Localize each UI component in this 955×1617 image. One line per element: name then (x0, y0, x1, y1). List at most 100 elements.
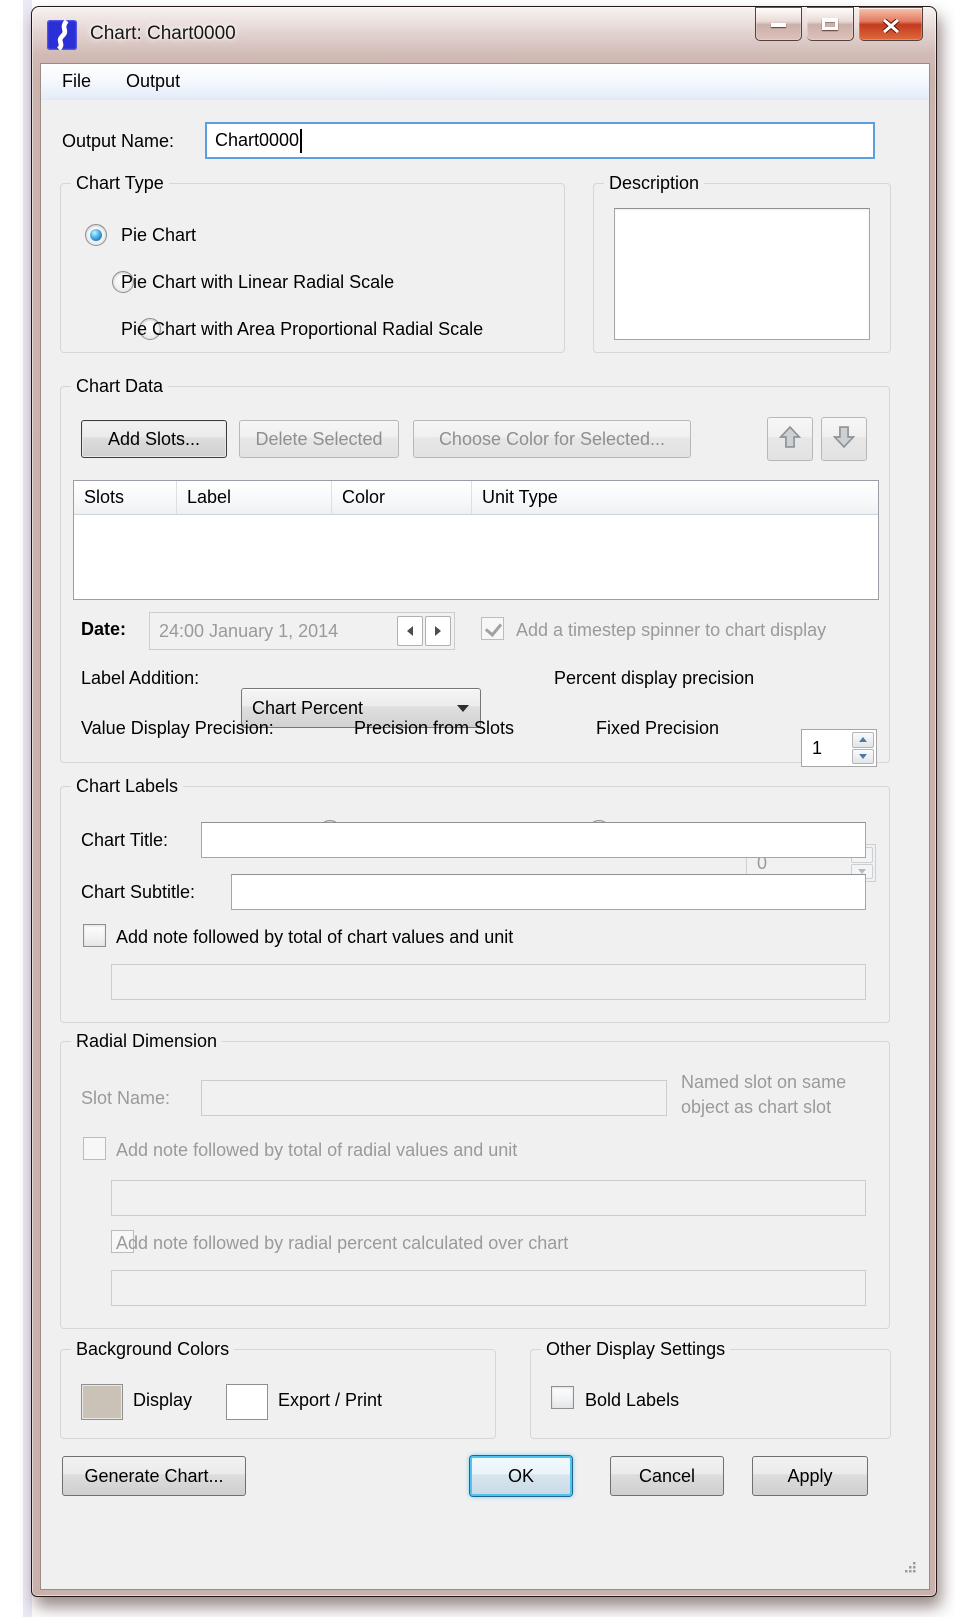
slot-name-hint-line2: object as chart slot (681, 1095, 846, 1120)
slot-name-input[interactable] (201, 1080, 667, 1116)
radial-total-note-checkbox[interactable] (83, 1137, 106, 1160)
column-header-label[interactable]: Label (177, 481, 332, 514)
date-field[interactable]: 24:00 January 1, 2014 (149, 612, 455, 650)
dialog-content: Output Name: Chart0000 Chart Type Pie Ch… (41, 100, 929, 1589)
percent-precision-value: 1 (812, 738, 822, 759)
menubar: File Output (41, 64, 929, 100)
arrow-up-icon (776, 423, 804, 456)
window-title: Chart: Chart0000 (90, 7, 236, 61)
percent-precision-label: Percent display precision (554, 668, 754, 689)
display-color-swatch[interactable] (81, 1384, 123, 1420)
radial-dimension-group-title: Radial Dimension (71, 1030, 222, 1053)
background-colors-group: Background Colors Display Export / Print (60, 1349, 496, 1439)
maximize-icon (822, 18, 838, 30)
spin-buttons (852, 732, 874, 764)
column-header-unit-type[interactable]: Unit Type (472, 481, 878, 514)
caption-buttons (755, 7, 923, 41)
timestep-spinner-checkbox[interactable] (481, 617, 504, 640)
titlebar[interactable]: Chart: Chart0000 (32, 7, 936, 63)
chart-labels-group-title: Chart Labels (71, 775, 183, 798)
chart-type-group: Chart Type Pie Chart Pie Chart with Line… (60, 183, 565, 353)
riverware-app-icon (47, 20, 77, 50)
cancel-button[interactable]: Cancel (610, 1456, 724, 1496)
generate-chart-button[interactable]: Generate Chart... (62, 1456, 246, 1496)
slot-name-hint-line1: Named slot on same (681, 1070, 846, 1095)
display-color-label: Display (133, 1390, 192, 1411)
description-group-title: Description (604, 172, 704, 195)
slot-name-label: Slot Name: (81, 1088, 170, 1109)
chart-data-group: Chart Data Add Slots... Delete Selected … (60, 386, 890, 763)
label-addition-value: Chart Percent (252, 698, 363, 719)
chart-note-input[interactable] (111, 964, 866, 1000)
background-colors-group-title: Background Colors (71, 1338, 234, 1361)
choose-color-button[interactable]: Choose Color for Selected... (413, 420, 691, 458)
label-addition-label: Label Addition: (81, 668, 199, 689)
slots-table-header: Slots Label Color Unit Type (74, 481, 878, 515)
chart-type-group-title: Chart Type (71, 172, 169, 195)
radio-pie-chart-label: Pie Chart (121, 225, 196, 246)
other-display-settings-group-title: Other Display Settings (541, 1338, 730, 1361)
chart-dialog-window: Chart: Chart0000 File Output (31, 6, 937, 1597)
export-color-swatch[interactable] (226, 1384, 268, 1420)
date-label: Date: (81, 619, 126, 640)
radial-total-note-input[interactable] (111, 1180, 866, 1216)
value-precision-label: Value Display Precision: (81, 718, 274, 739)
combo-dropdown-icon (457, 705, 469, 712)
resize-grip[interactable] (902, 1558, 917, 1573)
radial-percent-note-label: Add note followed by radial percent calc… (116, 1233, 568, 1254)
menu-file[interactable]: File (47, 64, 106, 99)
ok-button[interactable]: OK (470, 1456, 572, 1496)
radio-pie-chart[interactable] (85, 224, 107, 246)
chart-subtitle-label: Chart Subtitle: (81, 882, 195, 903)
minimize-icon (771, 23, 786, 27)
delete-selected-button[interactable]: Delete Selected (239, 420, 399, 458)
column-header-color[interactable]: Color (332, 481, 472, 514)
spin-down-icon (859, 754, 867, 759)
description-textarea[interactable] (614, 208, 870, 340)
close-icon (882, 17, 900, 31)
next-arrow-icon (435, 626, 441, 636)
move-down-button[interactable] (821, 417, 867, 461)
output-name-value: Chart0000 (215, 130, 299, 151)
radio-pie-linear-radial-label: Pie Chart with Linear Radial Scale (121, 272, 394, 293)
chart-data-group-title: Chart Data (71, 375, 168, 398)
arrow-down-icon (830, 423, 858, 456)
fixed-precision-label: Fixed Precision (596, 718, 719, 739)
column-header-slots[interactable]: Slots (74, 481, 177, 514)
spin-down-button[interactable] (852, 749, 874, 765)
radial-percent-note-input[interactable] (111, 1270, 866, 1306)
close-button[interactable] (859, 7, 923, 41)
slots-table-body (74, 515, 878, 599)
spin-up-icon (859, 737, 867, 742)
chart-note-label: Add note followed by total of chart valu… (116, 927, 513, 948)
chart-title-input[interactable] (201, 822, 866, 858)
text-caret (300, 129, 302, 153)
minimize-button[interactable] (755, 7, 802, 41)
spin-up-button[interactable] (852, 732, 874, 748)
bold-labels-checkbox[interactable] (551, 1386, 574, 1409)
bold-labels-label: Bold Labels (585, 1390, 679, 1411)
apply-button[interactable]: Apply (752, 1456, 868, 1496)
slot-name-hint: Named slot on same object as chart slot (681, 1070, 846, 1120)
radial-total-note-label: Add note followed by total of radial val… (116, 1140, 517, 1161)
date-prev-button[interactable] (397, 616, 423, 646)
date-next-button[interactable] (425, 616, 451, 646)
chart-subtitle-input[interactable] (231, 874, 866, 910)
add-slots-button[interactable]: Add Slots... (81, 420, 227, 458)
menu-output[interactable]: Output (111, 64, 195, 99)
radial-dimension-group: Radial Dimension Slot Name: Named slot o… (60, 1041, 890, 1329)
chart-title-label: Chart Title: (81, 830, 168, 851)
date-value: 24:00 January 1, 2014 (159, 621, 338, 642)
other-display-settings-group: Other Display Settings Bold Labels (530, 1349, 891, 1439)
export-color-label: Export / Print (278, 1390, 382, 1411)
output-name-label: Output Name: (62, 131, 174, 152)
chart-note-checkbox[interactable] (83, 924, 106, 947)
output-name-input[interactable]: Chart0000 (205, 122, 875, 159)
chart-labels-group: Chart Labels Chart Title: Chart Subtitle… (60, 786, 890, 1023)
timestep-spinner-label: Add a timestep spinner to chart display (516, 620, 826, 641)
slots-table[interactable]: Slots Label Color Unit Type (73, 480, 879, 600)
move-up-button[interactable] (767, 417, 813, 461)
dialog-client-area: File Output Output Name: Chart0000 Chart… (40, 63, 930, 1590)
maximize-button[interactable] (807, 7, 854, 41)
percent-precision-spinbox[interactable]: 1 (801, 729, 877, 767)
